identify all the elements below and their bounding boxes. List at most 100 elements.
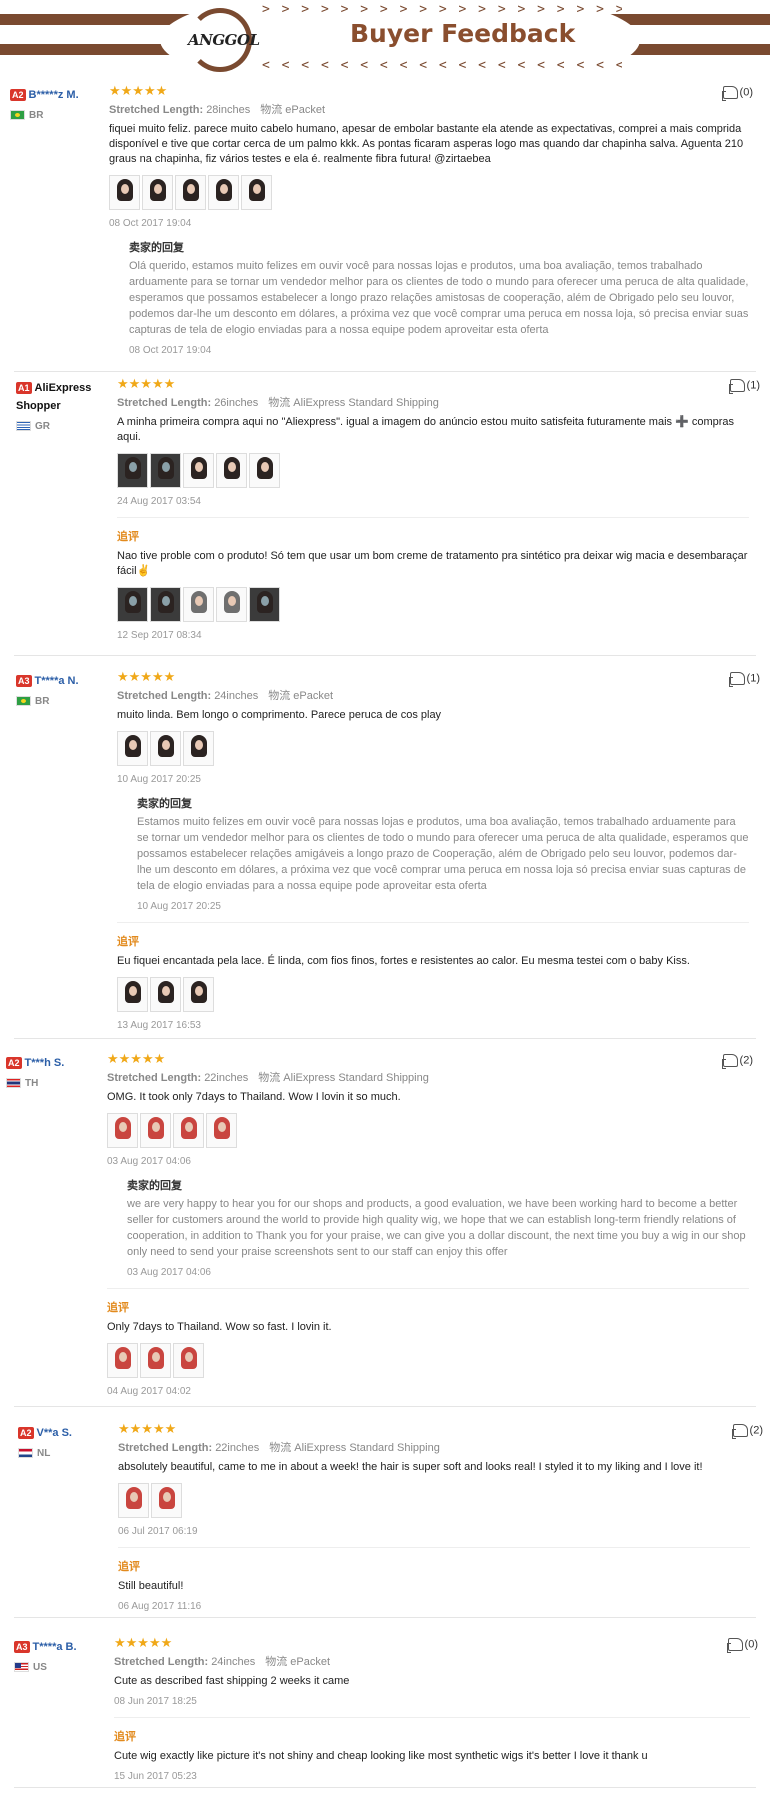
seller-reply: 卖家的回复 we are very happy to hear you for … [107,1177,749,1278]
review-photo[interactable] [249,453,280,488]
review-photo[interactable] [183,977,214,1012]
followup-title: 追评 [114,1730,136,1743]
review-text: A minha primeira compra aqui no "Aliexpr… [117,416,735,443]
rating-stars: ★★★★★ [107,1051,166,1066]
review-photos [117,453,749,489]
review-photo[interactable] [150,977,181,1012]
followup-divider [114,1717,750,1718]
followup-text: Nao tive proble com o produto! Só tem qu… [117,550,748,577]
buyer-info: A2 T***h S. TH [6,1054,96,1089]
buyer-name[interactable]: V**a S. [37,1427,72,1439]
review-photo[interactable] [150,731,181,766]
review-photo[interactable] [249,587,280,622]
followup-date: 04 Aug 2017 04:02 [107,1386,191,1397]
review-divider [14,655,756,656]
buyer-level-badge: A3 [14,1640,30,1653]
brazil-flag-icon [16,696,31,707]
buyer-info: A2 V**a S. NL [18,1424,108,1459]
review-photo[interactable] [150,453,181,488]
review-date: 03 Aug 2017 04:06 [107,1156,191,1167]
followup-divider [118,1547,750,1548]
review-photo[interactable] [117,731,148,766]
buyer-country: GR [16,421,106,432]
review-photo[interactable] [117,977,148,1012]
followup-title: 追评 [117,935,139,948]
brand-logo: ANGGOL [188,31,260,49]
buyer-info: A3 T****a B. US [14,1638,104,1673]
review-photo[interactable] [140,1113,171,1148]
seller-reply: 卖家的回复 Olá querido, estamos muito felizes… [109,239,749,356]
buyer-name[interactable]: T****a N. [35,675,79,687]
buyer-name[interactable]: T****a B. [33,1641,77,1653]
followup-review: 追评 Eu fiquei encantada pela lace. É lind… [117,933,749,1031]
review-text: fiquei muito feliz. parece muito cabelo … [109,123,744,165]
review-date: 10 Aug 2017 20:25 [117,774,201,785]
review-photo[interactable] [183,453,214,488]
review-photo[interactable] [117,453,148,488]
greece-flag-icon [16,421,31,432]
review-photo[interactable] [150,587,181,622]
seller-reply-text: Olá querido, estamos muito felizes em ou… [129,260,749,336]
review-photo[interactable] [107,1113,138,1148]
review-photo[interactable] [151,1483,182,1518]
buyer-level-badge: A2 [18,1426,34,1439]
review-date: 08 Jun 2017 18:25 [114,1696,197,1707]
review-content: ★★★★★ Stretched Length: 28inches 物流 ePack… [109,84,749,356]
review-photo[interactable] [183,587,214,622]
review-content: ★★★★★ Stretched Length: 24inches 物流 ePack… [114,1636,750,1782]
review-content: ★★★★★ Stretched Length: 26inches 物流 AliEx… [117,377,749,641]
review-photo[interactable] [173,1343,204,1378]
review-meta: Stretched Length: 24inches 物流 ePacket [117,689,334,702]
banner-arrows-bottom: < < < < < < < < < < < < < < < < < < < < … [262,58,622,73]
review-meta: Stretched Length: 24inches 物流 ePacket [114,1655,331,1668]
followup-photos [117,977,749,1013]
review-photo[interactable] [107,1343,138,1378]
buyer-feedback-banner: > > > > > > > > > > > > > > > > > > > > … [0,0,770,82]
review-divider [14,1617,756,1618]
buyer-country: NL [18,1448,108,1459]
review-photo[interactable] [208,175,239,210]
buyer-name[interactable]: B*****z M. [29,89,79,101]
followup-photos [107,1343,749,1379]
review-photo[interactable] [142,175,173,210]
seller-reply-text: we are very happy to hear you for our sh… [127,1198,746,1258]
page-title: Buyer Feedback [350,19,576,48]
helpful-count: (2) [749,1424,763,1437]
review-photo[interactable] [109,175,140,210]
seller-reply: 卖家的回复 Estamos muito felizes em ouvir voc… [117,795,749,912]
review-photo[interactable] [241,175,272,210]
rating-stars: ★★★★★ [117,669,176,684]
followup-divider [107,1288,749,1289]
review-photo[interactable] [175,175,206,210]
review-photo[interactable] [206,1113,237,1148]
review-photos [109,175,749,211]
review-meta: Stretched Length: 26inches 物流 AliExpress … [117,396,439,409]
review-photo[interactable] [117,587,148,622]
review-photo[interactable] [140,1343,171,1378]
followup-title: 追评 [117,530,139,543]
review-date: 24 Aug 2017 03:54 [117,496,201,507]
rating-stars: ★★★★★ [114,1635,173,1650]
buyer-level-badge: A2 [6,1056,22,1069]
review-photo[interactable] [173,1113,204,1148]
review-photo[interactable] [183,731,214,766]
buyer-country: BR [16,696,106,707]
review-divider [14,1406,756,1407]
banner-arrows-top: > > > > > > > > > > > > > > > > > > > > … [262,2,622,17]
buyer-country: BR [10,110,100,121]
seller-reply-title: 卖家的回复 [127,1179,182,1192]
review-content: ★★★★★ Stretched Length: 24inches 物流 ePack… [117,670,749,1031]
review-photo[interactable] [216,453,247,488]
seller-reply-text: Estamos muito felizes em ouvir você para… [137,816,749,892]
followup-text: Cute wig exactly like picture it's not s… [114,1750,648,1762]
review-photos [117,731,749,767]
review-photo[interactable] [118,1483,149,1518]
buyer-level-badge: A3 [16,674,32,687]
review-meta: Stretched Length: 22inches 物流 AliExpress … [107,1071,429,1084]
followup-date: 13 Aug 2017 16:53 [117,1020,201,1031]
review-text: Cute as described fast shipping 2 weeks … [114,1675,350,1687]
seller-reply-date: 03 Aug 2017 04:06 [127,1267,211,1278]
buyer-name[interactable]: T***h S. [25,1057,65,1069]
review-photo[interactable] [216,587,247,622]
usa-flag-icon [14,1662,29,1673]
